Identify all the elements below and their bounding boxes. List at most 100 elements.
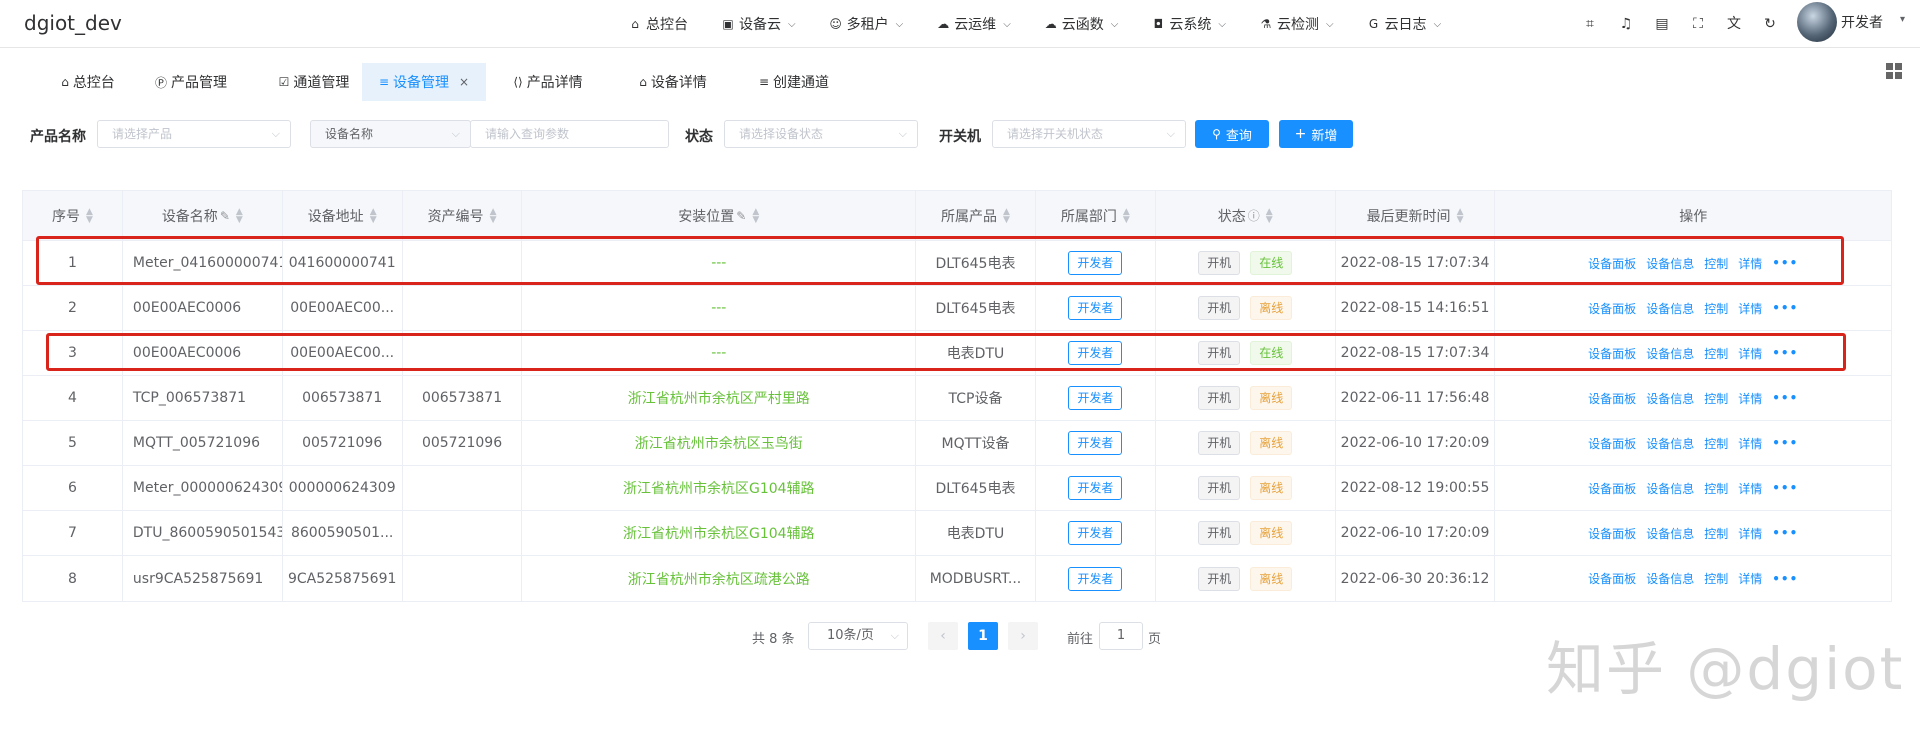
topmenu-item-5[interactable]: ◘ 云系统 ⌵ (1151, 14, 1226, 34)
close-icon[interactable]: × (459, 75, 469, 89)
control-link[interactable]: 控制 (1704, 525, 1728, 542)
tab-4[interactable]: ⟨⟩ 产品详情 (496, 63, 600, 101)
device-info-link[interactable]: 设备信息 (1646, 435, 1694, 452)
more-icon[interactable]: ••• (1772, 346, 1798, 360)
chevron-down-icon[interactable]: ▾ (1900, 14, 1905, 25)
topmenu-item-1[interactable]: ▣ 设备云 ⌵ (721, 14, 795, 34)
next-page-button[interactable]: › (1008, 622, 1038, 650)
column-header-2[interactable]: 设备地址 ▲ ▼ (283, 191, 403, 240)
sort-icon[interactable]: ▲ ▼ (1266, 207, 1273, 224)
refresh-icon[interactable]: ↻ (1762, 16, 1778, 32)
tree-icon[interactable]: ⌗ (1582, 16, 1598, 32)
topmenu-item-6[interactable]: ⚗ 云检测 ⌵ (1259, 14, 1334, 34)
detail-link[interactable]: 详情 (1738, 435, 1762, 452)
detail-link[interactable]: 详情 (1738, 255, 1762, 272)
tab-0[interactable]: ⌂ 总控台 (44, 63, 132, 101)
more-icon[interactable]: ••• (1772, 391, 1798, 405)
device-info-link[interactable]: 设备信息 (1646, 390, 1694, 407)
topmenu-item-0[interactable]: ⌂ 总控台 (628, 14, 688, 34)
device-info-link[interactable]: 设备信息 (1646, 480, 1694, 497)
device-info-link[interactable]: 设备信息 (1646, 300, 1694, 317)
column-header-3[interactable]: 资产编号 ▲ ▼ (403, 191, 523, 240)
tab-5[interactable]: ⌂ 设备详情 (620, 63, 726, 101)
column-header-1[interactable]: 设备名称 ✎ ▲ ▼ (123, 191, 283, 240)
device-panel-link[interactable]: 设备面板 (1588, 480, 1636, 497)
control-link[interactable]: 控制 (1704, 480, 1728, 497)
bell-icon[interactable]: ♫ (1618, 16, 1634, 32)
page-size-select[interactable]: 10条/页 ⌵ (808, 622, 908, 650)
product-select[interactable]: 请选择产品 ⌵ (97, 120, 291, 148)
status-select[interactable]: 请选择设备状态 ⌵ (724, 120, 918, 148)
grid-icon[interactable] (1886, 63, 1902, 79)
detail-link[interactable]: 详情 (1738, 480, 1762, 497)
control-link[interactable]: 控制 (1704, 300, 1728, 317)
control-link[interactable]: 控制 (1704, 570, 1728, 587)
detail-link[interactable]: 详情 (1738, 525, 1762, 542)
query-input[interactable]: 请输入查询参数 (470, 120, 669, 148)
tab-2[interactable]: ☑ 通道管理 (262, 63, 366, 101)
department-cell: 开发者 (1036, 331, 1156, 375)
status-cell: 开机 离线 (1156, 286, 1336, 330)
sort-icon[interactable]: ▲ ▼ (752, 207, 759, 224)
sort-icon[interactable]: ▲ ▼ (1123, 207, 1130, 224)
more-icon[interactable]: ••• (1772, 436, 1798, 450)
field-select[interactable]: 设备名称 ⌵ (310, 120, 471, 148)
column-header-6[interactable]: 所属部门 ▲ ▼ (1036, 191, 1156, 240)
translate-icon[interactable]: 文 (1726, 16, 1742, 32)
avatar[interactable] (1797, 2, 1837, 42)
column-header-8[interactable]: 最后更新时间 ▲ ▼ (1336, 191, 1496, 240)
topmenu-item-3[interactable]: ☁ 云运维 ⌵ (936, 14, 1011, 34)
topmenu-item-4[interactable]: ☁ 云函数 ⌵ (1044, 14, 1119, 34)
query-button[interactable]: ⚲ 查询 (1195, 120, 1269, 148)
power-select[interactable]: 请选择开关机状态 ⌵ (992, 120, 1186, 148)
sort-icon[interactable]: ▲ ▼ (490, 207, 497, 224)
column-header-0[interactable]: 序号 ▲ ▼ (23, 191, 123, 240)
more-icon[interactable]: ••• (1772, 481, 1798, 495)
tab-6[interactable]: ≡ 创建通道 (742, 63, 846, 101)
device-info-link[interactable]: 设备信息 (1646, 255, 1694, 272)
detail-link[interactable]: 详情 (1738, 345, 1762, 362)
add-button[interactable]: + 新增 (1279, 120, 1353, 148)
device-panel-link[interactable]: 设备面板 (1588, 435, 1636, 452)
device-panel-link[interactable]: 设备面板 (1588, 345, 1636, 362)
goto-page-input[interactable]: 1 (1099, 622, 1143, 650)
prev-page-button[interactable]: ‹ (928, 622, 958, 650)
device-panel-link[interactable]: 设备面板 (1588, 255, 1636, 272)
tab-3[interactable]: ≡ 设备管理 × (362, 63, 486, 101)
device-panel-link[interactable]: 设备面板 (1588, 300, 1636, 317)
product-name: MODBUSRT... (916, 556, 1036, 601)
sort-icon[interactable]: ▲ ▼ (1457, 207, 1464, 224)
document-icon[interactable]: ▤ (1654, 16, 1670, 32)
page-size-value: 10条/页 (827, 628, 874, 643)
control-link[interactable]: 控制 (1704, 345, 1728, 362)
more-icon[interactable]: ••• (1772, 256, 1798, 270)
more-icon[interactable]: ••• (1772, 526, 1798, 540)
device-info-link[interactable]: 设备信息 (1646, 345, 1694, 362)
topmenu-item-2[interactable]: ☺ 多租户 ⌵ (829, 14, 903, 34)
control-link[interactable]: 控制 (1704, 390, 1728, 407)
sort-icon[interactable]: ▲ ▼ (370, 207, 377, 224)
control-link[interactable]: 控制 (1704, 255, 1728, 272)
detail-link[interactable]: 详情 (1738, 300, 1762, 317)
device-info-link[interactable]: 设备信息 (1646, 525, 1694, 542)
sort-icon[interactable]: ▲ ▼ (1003, 207, 1010, 224)
device-panel-link[interactable]: 设备面板 (1588, 525, 1636, 542)
fullscreen-icon[interactable]: ⛶ (1690, 16, 1706, 32)
more-icon[interactable]: ••• (1772, 572, 1798, 586)
column-header-5[interactable]: 所属产品 ▲ ▼ (916, 191, 1036, 240)
control-link[interactable]: 控制 (1704, 435, 1728, 452)
column-header-7[interactable]: 状态 ⓘ ▲ ▼ (1156, 191, 1336, 240)
column-header-4[interactable]: 安装位置 ✎ ▲ ▼ (522, 191, 917, 240)
user-name[interactable]: 开发者 (1841, 12, 1883, 32)
sort-icon[interactable]: ▲ ▼ (236, 207, 243, 224)
more-icon[interactable]: ••• (1772, 301, 1798, 315)
topmenu-item-7[interactable]: G 云日志 ⌵ (1367, 14, 1441, 34)
page-number-current[interactable]: 1 (968, 622, 998, 650)
detail-link[interactable]: 详情 (1738, 390, 1762, 407)
device-panel-link[interactable]: 设备面板 (1588, 390, 1636, 407)
device-panel-link[interactable]: 设备面板 (1588, 570, 1636, 587)
tab-1[interactable]: Ⓟ 产品管理 (138, 63, 244, 101)
device-info-link[interactable]: 设备信息 (1646, 570, 1694, 587)
sort-icon[interactable]: ▲ ▼ (86, 207, 93, 224)
detail-link[interactable]: 详情 (1738, 570, 1762, 587)
